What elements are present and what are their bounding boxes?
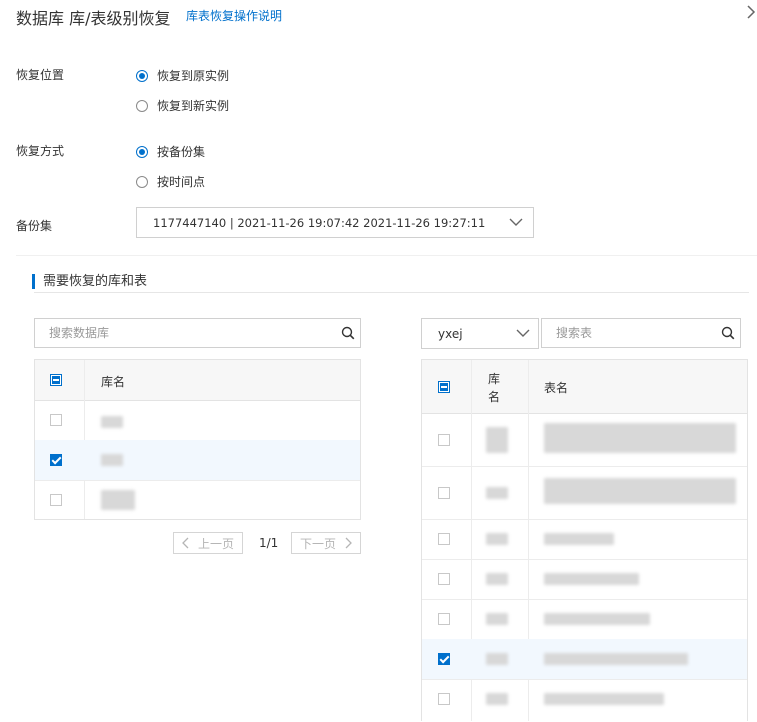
table-row[interactable] (35, 480, 360, 520)
divider (34, 292, 749, 293)
restore-location-label: 恢复位置 (16, 68, 65, 82)
prev-page-label: 上一页 (197, 536, 234, 551)
row-checkbox[interactable] (438, 434, 450, 446)
select-all-checkbox[interactable] (50, 374, 62, 386)
table-name-blurred (544, 478, 736, 504)
row-checkbox[interactable] (438, 487, 450, 499)
table-row[interactable] (422, 679, 747, 722)
row-checkbox[interactable] (50, 414, 62, 426)
db-name-blurred (486, 573, 508, 585)
column-header-db-line1: 库 (488, 372, 501, 386)
prev-page-button[interactable]: 上一页 (173, 532, 243, 554)
radio-label: 按时间点 (157, 175, 206, 189)
next-page-label: 下一页 (299, 536, 336, 551)
row-checkbox[interactable] (438, 613, 450, 625)
database-select-value: yxej (438, 327, 463, 341)
radio-checked-icon[interactable] (136, 145, 148, 158)
backup-set-select[interactable]: 1177447140 | 2021-11-26 19:07:42 2021-11… (136, 207, 534, 238)
db-name-blurred (101, 490, 135, 510)
radio-unchecked-icon[interactable] (136, 99, 148, 112)
backup-set-label: 备份集 (16, 219, 53, 233)
chevron-right-icon (345, 537, 352, 549)
table-row[interactable] (422, 466, 747, 520)
table-row[interactable] (422, 639, 747, 680)
row-checkbox[interactable] (50, 454, 62, 466)
row-checkbox[interactable] (50, 494, 62, 506)
table-search-input[interactable] (542, 319, 724, 347)
db-name-blurred (486, 427, 508, 453)
chevron-right-icon[interactable] (745, 4, 757, 20)
radio-by-backup-set[interactable]: 按备份集 (136, 143, 205, 160)
help-link[interactable]: 库表恢复操作说明 (186, 7, 282, 24)
radio-by-time-point[interactable]: 按时间点 (136, 173, 205, 190)
table-name-blurred (544, 533, 614, 545)
radio-restore-new[interactable]: 恢复到新实例 (136, 97, 229, 114)
table-search-box[interactable] (541, 318, 741, 348)
db-name-blurred (486, 613, 508, 625)
table-row[interactable] (422, 559, 747, 600)
db-name-blurred (486, 487, 508, 499)
db-table: 库名 (34, 359, 361, 520)
column-header-db-line2: 名 (488, 390, 501, 404)
db-name-blurred (101, 416, 123, 428)
db-name-blurred (486, 693, 508, 705)
radio-restore-original[interactable]: 恢复到原实例 (136, 67, 229, 84)
radio-label: 恢复到原实例 (157, 69, 230, 83)
db-name-blurred (101, 454, 123, 466)
table-row[interactable] (35, 440, 360, 481)
table-name-blurred (544, 653, 688, 665)
radio-checked-icon[interactable] (136, 69, 148, 82)
table-name-blurred (544, 613, 650, 625)
table-name-blurred (544, 423, 736, 453)
page-info: 1/1 (259, 536, 279, 550)
table-name-blurred (544, 573, 639, 585)
next-page-button[interactable]: 下一页 (291, 532, 361, 554)
page-title: 数据库 库/表级别恢复 (16, 9, 171, 28)
radio-unchecked-icon[interactable] (136, 175, 148, 188)
chevron-down-icon (516, 329, 530, 337)
radio-label: 恢复到新实例 (157, 99, 230, 113)
table-row[interactable] (422, 413, 747, 467)
db-search-box[interactable] (34, 318, 361, 348)
db-name-blurred (486, 653, 508, 665)
tables-table: 库 名 表名 (421, 359, 748, 721)
restore-method-label: 恢复方式 (16, 144, 65, 158)
database-select[interactable]: yxej (421, 318, 539, 349)
db-search-input[interactable] (35, 319, 344, 347)
row-checkbox[interactable] (438, 653, 450, 665)
row-checkbox[interactable] (438, 533, 450, 545)
row-checkbox[interactable] (438, 573, 450, 585)
search-icon[interactable] (721, 326, 735, 340)
chevron-left-icon (182, 537, 189, 549)
search-icon[interactable] (341, 326, 355, 340)
column-header-db-name: 库名 (101, 375, 126, 389)
db-name-blurred (486, 533, 508, 545)
table-name-blurred (544, 693, 664, 705)
radio-label: 按备份集 (157, 145, 206, 159)
column-header-table-name: 表名 (544, 381, 569, 395)
table-row[interactable] (35, 400, 360, 441)
select-all-checkbox[interactable] (438, 381, 450, 393)
table-row[interactable] (422, 519, 747, 560)
chevron-down-icon (509, 218, 523, 226)
table-row[interactable] (422, 599, 747, 640)
row-checkbox[interactable] (438, 693, 450, 705)
backup-set-value: 1177447140 | 2021-11-26 19:07:42 2021-11… (153, 216, 486, 230)
section-title: 需要恢复的库和表 (32, 274, 147, 289)
